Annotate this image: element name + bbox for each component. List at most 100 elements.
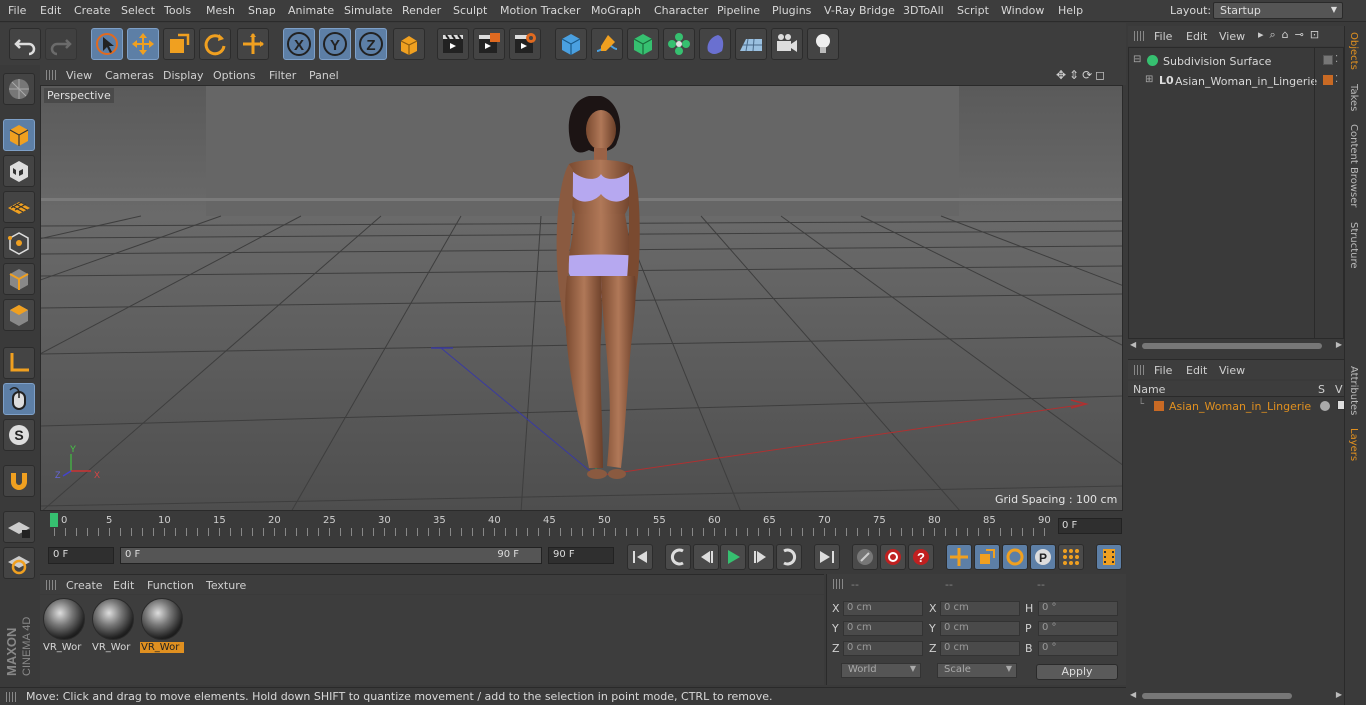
menu-mesh[interactable]: Mesh <box>206 4 235 17</box>
tweak-mode-button[interactable] <box>3 383 35 415</box>
scale-dropdown[interactable]: Scale ▼ <box>937 663 1017 678</box>
viewport-menu-panel[interactable]: Panel <box>309 69 339 82</box>
scroll-thumb[interactable] <box>1142 343 1322 349</box>
viewport-nav-icons[interactable]: ✥⇕⟳◻ <box>1056 68 1108 82</box>
timeline-button[interactable] <box>1096 544 1122 570</box>
transform-tool-button[interactable] <box>237 28 269 60</box>
menu-select[interactable]: Select <box>121 4 155 17</box>
size-z-field[interactable]: 0 cm <box>940 641 1020 656</box>
menu-motion-tracker[interactable]: Motion Tracker <box>500 4 580 17</box>
current-frame-field[interactable]: 0 F <box>1058 518 1122 534</box>
model-mode-button[interactable] <box>3 119 35 151</box>
add-subdivision-button[interactable] <box>627 28 659 60</box>
locked-workplane-button[interactable] <box>3 547 35 579</box>
next-frame-button[interactable] <box>748 544 774 570</box>
column-v-header[interactable]: V <box>1335 383 1343 396</box>
editor-dots-icon[interactable]: ⁚ <box>1335 74 1338 85</box>
perspective-viewport[interactable]: Y X Z <box>40 85 1123 511</box>
pos-z-field[interactable]: 0 cm <box>843 641 923 656</box>
axis-mode-button[interactable] <box>3 347 35 379</box>
redo-button[interactable] <box>45 28 77 60</box>
menu-window[interactable]: Window <box>1001 4 1044 17</box>
material-menu-texture[interactable]: Texture <box>206 579 246 592</box>
tree-expand-icon[interactable]: ⊟ <box>1133 54 1141 65</box>
menu-pipeline[interactable]: Pipeline <box>717 4 760 17</box>
key-pla-button[interactable] <box>1058 544 1084 570</box>
search-icon[interactable]: ▸⌕⌂⊸⊡ <box>1258 28 1325 42</box>
material-menu-create[interactable]: Create <box>66 579 103 592</box>
world-dropdown[interactable]: World ▼ <box>841 663 921 678</box>
undo-button[interactable] <box>9 28 41 60</box>
scroll-thumb[interactable] <box>1142 693 1292 699</box>
object-row[interactable]: ⊟ Subdivision Surface ⁚ <box>1133 54 1343 70</box>
editor-dots-icon[interactable]: ⁚ <box>1335 54 1338 65</box>
menu-sculpt[interactable]: Sculpt <box>453 4 487 17</box>
solo-button[interactable]: S <box>3 419 35 451</box>
column-s-header[interactable]: S <box>1318 383 1325 396</box>
tab-content-browser[interactable]: Content Browser <box>1348 124 1359 207</box>
goto-end-button[interactable] <box>814 544 840 570</box>
render-settings-button[interactable] <box>509 28 541 60</box>
add-mograph-button[interactable] <box>663 28 695 60</box>
scale-tool-button[interactable] <box>163 28 195 60</box>
pos-x-field[interactable]: 0 cm <box>843 601 923 616</box>
menu-vray-bridge[interactable]: V-Ray Bridge <box>824 4 895 17</box>
add-deformer-button[interactable] <box>699 28 731 60</box>
apply-button[interactable]: Apply <box>1036 664 1118 680</box>
viewport-menu-cameras[interactable]: Cameras <box>105 69 154 82</box>
add-camera-button[interactable] <box>771 28 803 60</box>
material-menu-edit[interactable]: Edit <box>113 579 134 592</box>
viewport-menu-display[interactable]: Display <box>163 69 204 82</box>
layer-horizontal-scrollbar[interactable]: ◀ ▶ <box>1128 690 1344 702</box>
key-position-button[interactable] <box>946 544 972 570</box>
playhead-marker[interactable] <box>50 513 58 527</box>
move-tool-button[interactable] <box>127 28 159 60</box>
size-x-field[interactable]: 0 cm <box>940 601 1020 616</box>
rot-h-field[interactable]: 0 ° <box>1038 601 1118 616</box>
render-to-picture-viewer-button[interactable] <box>473 28 505 60</box>
polygons-mode-button[interactable] <box>3 299 35 331</box>
points-mode-button[interactable] <box>3 227 35 259</box>
x-axis-button[interactable]: X <box>283 28 315 60</box>
key-rotation-button[interactable] <box>1002 544 1028 570</box>
layers-menu-edit[interactable]: Edit <box>1186 364 1207 377</box>
menu-render[interactable]: Render <box>402 4 441 17</box>
material-swatch[interactable]: VR_Wor <box>91 598 135 658</box>
workplane-mode-button[interactable] <box>3 191 35 223</box>
prev-frame-button[interactable] <box>693 544 719 570</box>
tab-structure[interactable]: Structure <box>1348 222 1359 269</box>
viewport-menu-options[interactable]: Options <box>213 69 255 82</box>
prev-key-button[interactable] <box>665 544 691 570</box>
menu-help[interactable]: Help <box>1058 4 1083 17</box>
menu-simulate[interactable]: Simulate <box>344 4 393 17</box>
menu-animate[interactable]: Animate <box>288 4 334 17</box>
menu-file[interactable]: File <box>8 4 26 17</box>
add-spline-button[interactable] <box>591 28 623 60</box>
tab-layers[interactable]: Layers <box>1348 428 1359 461</box>
rot-b-field[interactable]: 0 ° <box>1038 641 1118 656</box>
make-editable-button[interactable] <box>3 73 35 105</box>
scroll-right-icon[interactable]: ▶ <box>1336 690 1342 699</box>
layout-dropdown[interactable]: Startup ▼ <box>1213 2 1343 19</box>
add-floor-button[interactable] <box>735 28 767 60</box>
scroll-left-icon[interactable]: ◀ <box>1130 690 1136 699</box>
menu-mograph[interactable]: MoGraph <box>591 4 641 17</box>
next-key-button[interactable] <box>776 544 802 570</box>
layers-menu-file[interactable]: File <box>1154 364 1172 377</box>
key-parameter-button[interactable]: P <box>1030 544 1056 570</box>
menu-character[interactable]: Character <box>654 4 708 17</box>
material-swatch[interactable]: VR_Wor <box>42 598 86 658</box>
objects-menu-file[interactable]: File <box>1154 30 1172 43</box>
goto-start-button[interactable] <box>627 544 653 570</box>
solo-toggle[interactable] <box>1320 401 1330 411</box>
menu-tools[interactable]: Tools <box>164 4 191 17</box>
layer-color-swatch[interactable] <box>1154 401 1164 411</box>
rot-p-field[interactable]: 0 ° <box>1038 621 1118 636</box>
scroll-left-icon[interactable]: ◀ <box>1130 340 1136 349</box>
viewport-menu-filter[interactable]: Filter <box>269 69 296 82</box>
snap-button[interactable] <box>3 465 35 497</box>
coordinate-system-button[interactable] <box>393 28 425 60</box>
tab-takes[interactable]: Takes <box>1348 84 1359 111</box>
z-axis-button[interactable]: Z <box>355 28 387 60</box>
scroll-right-icon[interactable]: ▶ <box>1336 340 1342 349</box>
